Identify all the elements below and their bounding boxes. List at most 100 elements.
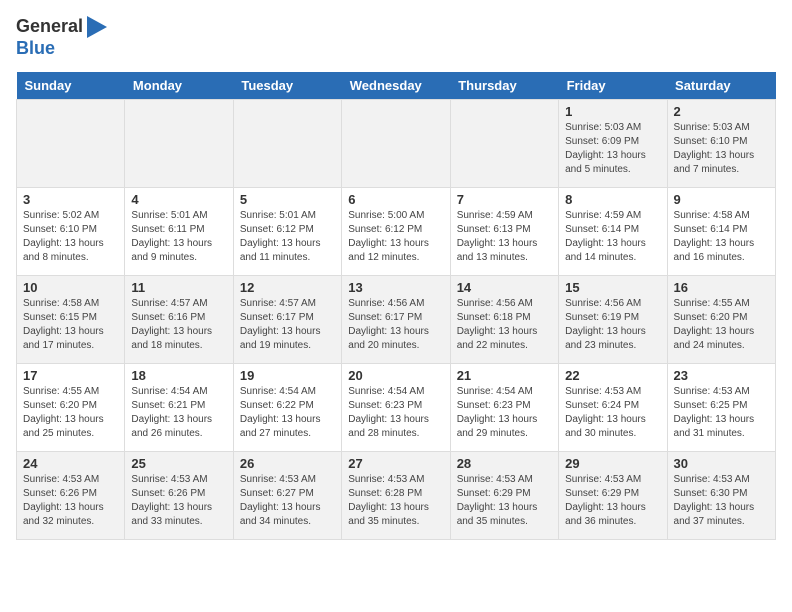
calendar-cell: 11 Sunrise: 4:57 AM Sunset: 6:16 PM Dayli… xyxy=(125,275,233,363)
day-info: Sunrise: 4:54 AM Sunset: 6:21 PM Dayligh… xyxy=(131,385,226,441)
calendar-cell: 7Sunrise: 4:59 AM Sunset: 6:13 PM Daylig… xyxy=(450,187,558,275)
calendar-cell: 29 Sunrise: 4:53 AM Sunset: 6:29 PM Dayli… xyxy=(559,451,667,539)
weekday-header-tuesday: Tuesday xyxy=(233,72,341,100)
day-info: Sunrise: 4:53 AM Sunset: 6:24 PM Dayligh… xyxy=(565,385,660,441)
calendar-cell xyxy=(233,99,341,187)
day-number: 13 xyxy=(348,280,443,295)
calendar-cell: 9Sunrise: 4:58 AM Sunset: 6:14 PM Daylig… xyxy=(667,187,775,275)
day-number: 8 xyxy=(565,192,660,207)
day-number: 1 xyxy=(565,104,660,119)
day-number: 2 xyxy=(674,104,769,119)
weekday-header-saturday: Saturday xyxy=(667,72,775,100)
day-info: Sunrise: 4:53 AM Sunset: 6:26 PM Dayligh… xyxy=(131,473,226,529)
day-number: 24 xyxy=(23,456,118,471)
day-info: Sunrise: 4:58 AM Sunset: 6:14 PM Dayligh… xyxy=(674,209,769,265)
day-number: 30 xyxy=(674,456,769,471)
calendar-cell: 17Sunrise: 4:55 AM Sunset: 6:20 PM Dayli… xyxy=(17,363,125,451)
day-number: 23 xyxy=(674,368,769,383)
day-info: Sunrise: 5:00 AM Sunset: 6:12 PM Dayligh… xyxy=(348,209,443,265)
day-info: Sunrise: 4:59 AM Sunset: 6:13 PM Dayligh… xyxy=(457,209,552,265)
weekday-header-monday: Monday xyxy=(125,72,233,100)
calendar-cell: 28 Sunrise: 4:53 AM Sunset: 6:29 PM Dayli… xyxy=(450,451,558,539)
day-info: Sunrise: 4:56 AM Sunset: 6:17 PM Dayligh… xyxy=(348,297,443,353)
logo-general-text: General xyxy=(16,16,83,38)
day-info: Sunrise: 4:57 AM Sunset: 6:17 PM Dayligh… xyxy=(240,297,335,353)
day-info: Sunrise: 4:55 AM Sunset: 6:20 PM Dayligh… xyxy=(23,385,118,441)
day-info: Sunrise: 4:54 AM Sunset: 6:23 PM Dayligh… xyxy=(457,385,552,441)
day-number: 5 xyxy=(240,192,335,207)
week-row-3: 10 Sunrise: 4:58 AM Sunset: 6:15 PM Dayli… xyxy=(17,275,776,363)
calendar-cell: 10 Sunrise: 4:58 AM Sunset: 6:15 PM Dayli… xyxy=(17,275,125,363)
day-info: Sunrise: 4:54 AM Sunset: 6:22 PM Dayligh… xyxy=(240,385,335,441)
day-info: Sunrise: 4:57 AM Sunset: 6:16 PM Dayligh… xyxy=(131,297,226,353)
day-number: 28 xyxy=(457,456,552,471)
calendar-cell: 26 Sunrise: 4:53 AM Sunset: 6:27 PM Dayli… xyxy=(233,451,341,539)
calendar-cell: 3 Sunrise: 5:02 AM Sunset: 6:10 PM Daylig… xyxy=(17,187,125,275)
day-number: 11 xyxy=(131,280,226,295)
day-info: Sunrise: 4:56 AM Sunset: 6:19 PM Dayligh… xyxy=(565,297,660,353)
day-info: Sunrise: 4:53 AM Sunset: 6:29 PM Dayligh… xyxy=(457,473,552,529)
header: General Blue xyxy=(16,16,776,60)
day-info: Sunrise: 4:53 AM Sunset: 6:29 PM Dayligh… xyxy=(565,473,660,529)
week-row-5: 24 Sunrise: 4:53 AM Sunset: 6:26 PM Dayli… xyxy=(17,451,776,539)
logo: General Blue xyxy=(16,16,107,60)
day-number: 10 xyxy=(23,280,118,295)
day-info: Sunrise: 5:01 AM Sunset: 6:11 PM Dayligh… xyxy=(131,209,226,265)
calendar-cell xyxy=(342,99,450,187)
calendar-cell: 19 Sunrise: 4:54 AM Sunset: 6:22 PM Dayli… xyxy=(233,363,341,451)
day-number: 15 xyxy=(565,280,660,295)
week-row-1: 1 Sunrise: 5:03 AM Sunset: 6:09 PM Daylig… xyxy=(17,99,776,187)
calendar-cell xyxy=(17,99,125,187)
day-number: 27 xyxy=(348,456,443,471)
week-row-4: 17Sunrise: 4:55 AM Sunset: 6:20 PM Dayli… xyxy=(17,363,776,451)
calendar-cell: 2 Sunrise: 5:03 AM Sunset: 6:10 PM Daylig… xyxy=(667,99,775,187)
calendar-cell: 4 Sunrise: 5:01 AM Sunset: 6:11 PM Daylig… xyxy=(125,187,233,275)
day-info: Sunrise: 4:53 AM Sunset: 6:27 PM Dayligh… xyxy=(240,473,335,529)
day-info: Sunrise: 4:53 AM Sunset: 6:25 PM Dayligh… xyxy=(674,385,769,441)
day-info: Sunrise: 5:03 AM Sunset: 6:10 PM Dayligh… xyxy=(674,121,769,177)
calendar-cell: 25 Sunrise: 4:53 AM Sunset: 6:26 PM Dayli… xyxy=(125,451,233,539)
day-number: 3 xyxy=(23,192,118,207)
day-info: Sunrise: 4:54 AM Sunset: 6:23 PM Dayligh… xyxy=(348,385,443,441)
calendar-cell: 20 Sunrise: 4:54 AM Sunset: 6:23 PM Dayli… xyxy=(342,363,450,451)
header-row: SundayMondayTuesdayWednesdayThursdayFrid… xyxy=(17,72,776,100)
logo-blue-text: Blue xyxy=(16,38,107,60)
weekday-header-sunday: Sunday xyxy=(17,72,125,100)
calendar-cell: 8 Sunrise: 4:59 AM Sunset: 6:14 PM Daylig… xyxy=(559,187,667,275)
calendar-cell: 5 Sunrise: 5:01 AM Sunset: 6:12 PM Daylig… xyxy=(233,187,341,275)
calendar-cell xyxy=(450,99,558,187)
day-info: Sunrise: 5:01 AM Sunset: 6:12 PM Dayligh… xyxy=(240,209,335,265)
calendar-cell: 23 Sunrise: 4:53 AM Sunset: 6:25 PM Dayli… xyxy=(667,363,775,451)
day-number: 4 xyxy=(131,192,226,207)
day-number: 26 xyxy=(240,456,335,471)
weekday-header-friday: Friday xyxy=(559,72,667,100)
calendar-cell: 13 Sunrise: 4:56 AM Sunset: 6:17 PM Dayli… xyxy=(342,275,450,363)
calendar-cell: 30 Sunrise: 4:53 AM Sunset: 6:30 PM Dayli… xyxy=(667,451,775,539)
day-info: Sunrise: 4:56 AM Sunset: 6:18 PM Dayligh… xyxy=(457,297,552,353)
day-info: Sunrise: 4:55 AM Sunset: 6:20 PM Dayligh… xyxy=(674,297,769,353)
day-number: 16 xyxy=(674,280,769,295)
calendar-cell: 22Sunrise: 4:53 AM Sunset: 6:24 PM Dayli… xyxy=(559,363,667,451)
weekday-header-thursday: Thursday xyxy=(450,72,558,100)
day-info: Sunrise: 4:53 AM Sunset: 6:26 PM Dayligh… xyxy=(23,473,118,529)
day-number: 29 xyxy=(565,456,660,471)
day-info: Sunrise: 5:02 AM Sunset: 6:10 PM Dayligh… xyxy=(23,209,118,265)
calendar-cell: 15 Sunrise: 4:56 AM Sunset: 6:19 PM Dayli… xyxy=(559,275,667,363)
day-info: Sunrise: 5:03 AM Sunset: 6:09 PM Dayligh… xyxy=(565,121,660,177)
day-number: 19 xyxy=(240,368,335,383)
day-info: Sunrise: 4:53 AM Sunset: 6:30 PM Dayligh… xyxy=(674,473,769,529)
day-info: Sunrise: 4:59 AM Sunset: 6:14 PM Dayligh… xyxy=(565,209,660,265)
day-number: 20 xyxy=(348,368,443,383)
day-number: 6 xyxy=(348,192,443,207)
week-row-2: 3 Sunrise: 5:02 AM Sunset: 6:10 PM Daylig… xyxy=(17,187,776,275)
calendar-cell: 14Sunrise: 4:56 AM Sunset: 6:18 PM Dayli… xyxy=(450,275,558,363)
logo-arrow-icon xyxy=(87,16,107,38)
weekday-header-wednesday: Wednesday xyxy=(342,72,450,100)
calendar-cell: 24 Sunrise: 4:53 AM Sunset: 6:26 PM Dayli… xyxy=(17,451,125,539)
calendar-cell: 6 Sunrise: 5:00 AM Sunset: 6:12 PM Daylig… xyxy=(342,187,450,275)
day-number: 21 xyxy=(457,368,552,383)
calendar-cell: 27Sunrise: 4:53 AM Sunset: 6:28 PM Dayli… xyxy=(342,451,450,539)
calendar-cell: 18Sunrise: 4:54 AM Sunset: 6:21 PM Dayli… xyxy=(125,363,233,451)
day-info: Sunrise: 4:58 AM Sunset: 6:15 PM Dayligh… xyxy=(23,297,118,353)
day-number: 25 xyxy=(131,456,226,471)
